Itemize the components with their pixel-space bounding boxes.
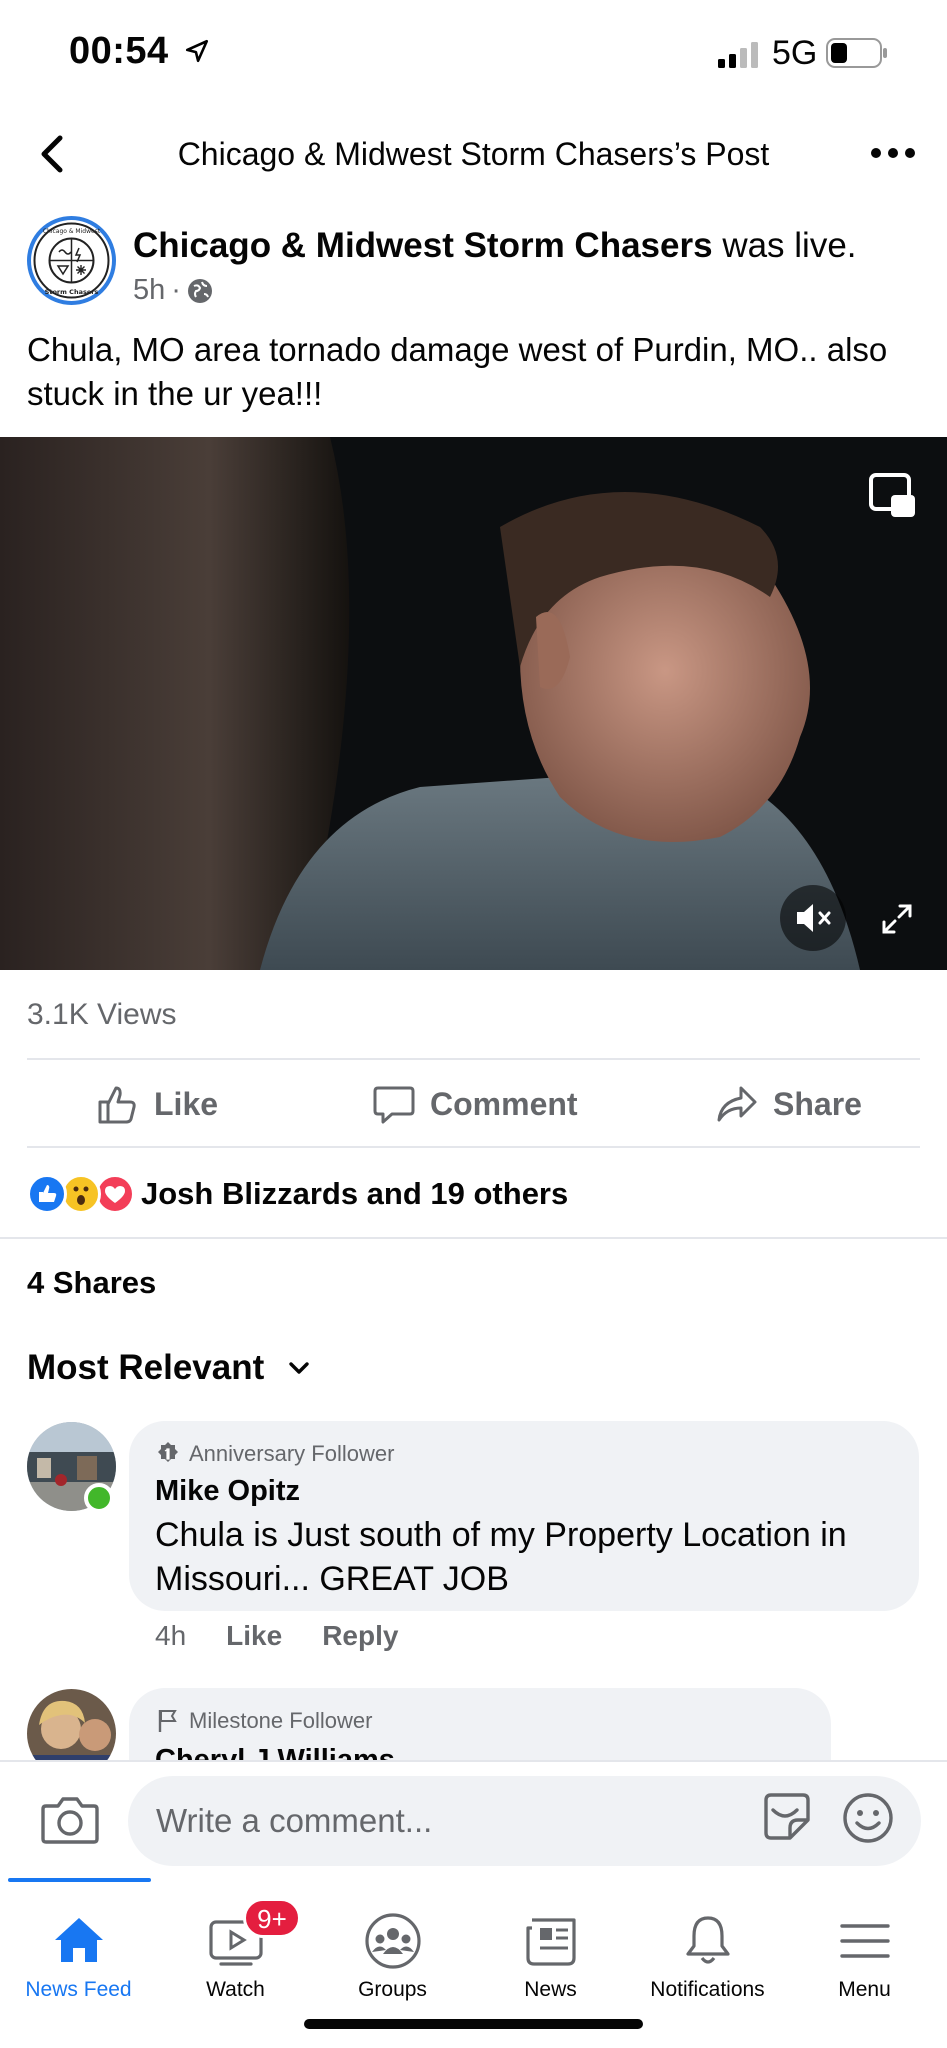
- sticker-icon[interactable]: [760, 1790, 814, 1844]
- reactions-summary[interactable]: Josh Blizzards and 19 others: [27, 1172, 568, 1216]
- comment-like-button[interactable]: Like: [226, 1620, 282, 1652]
- flag-icon: [158, 1710, 177, 1732]
- comment-label: Comment: [430, 1085, 578, 1122]
- groups-icon: [364, 1913, 421, 1969]
- like-button[interactable]: Like: [96, 1064, 218, 1144]
- comment-meta: 4h Like Reply: [155, 1620, 398, 1652]
- tab-label: Menu: [838, 1978, 891, 2001]
- camera-icon[interactable]: [40, 1792, 100, 1848]
- tab-label: Groups: [358, 1978, 427, 2001]
- tab-groups[interactable]: Groups: [314, 1892, 471, 2002]
- comment-time[interactable]: 4h: [155, 1620, 186, 1652]
- globe-icon: [187, 278, 212, 303]
- comment-bubble-icon: [373, 1086, 415, 1124]
- status-bar: 00:54 5G: [0, 0, 947, 108]
- post-author-name[interactable]: Chicago & Midwest Storm Chasers: [133, 226, 713, 265]
- storm-chasers-logo: Chicago & Midwest Storm Chasers: [33, 222, 110, 299]
- status-time: 00:54: [69, 30, 169, 72]
- back-arrow-icon[interactable]: [30, 130, 74, 178]
- comment-sort-dropdown[interactable]: Most Relevant: [27, 1348, 312, 1388]
- tab-label: Notifications: [650, 1978, 765, 2001]
- location-arrow-icon: [185, 39, 209, 63]
- mute-toggle-button[interactable]: [780, 885, 846, 951]
- share-label: Share: [773, 1085, 862, 1122]
- reactions-text: Josh Blizzards and 19 others: [141, 1176, 569, 1211]
- online-status-indicator: [84, 1483, 114, 1513]
- tab-menu[interactable]: Menu: [786, 1892, 943, 2002]
- bell-icon: [685, 1916, 730, 1964]
- divider: [27, 1058, 920, 1060]
- signal-icon: [718, 42, 758, 68]
- news-icon: [525, 1918, 576, 1966]
- network-label: 5G: [772, 34, 818, 72]
- share-arrow-icon: [717, 1086, 757, 1122]
- reaction-icons: [27, 1174, 135, 1214]
- tab-label: News Feed: [25, 1978, 132, 2001]
- follower-badge: Anniversary Follower: [155, 1441, 394, 1467]
- comment-bubble: Anniversary Follower Mike Opitz Chula is…: [129, 1421, 919, 1611]
- post-time[interactable]: 5h: [133, 274, 165, 307]
- follower-badge: Milestone Follower: [155, 1708, 372, 1734]
- tab-notifications[interactable]: Notifications: [629, 1892, 786, 2002]
- battery-icon: [826, 38, 887, 68]
- badge-label: Anniversary Follower: [189, 1441, 395, 1466]
- menu-icon: [839, 1924, 890, 1958]
- home-indicator: [304, 2019, 643, 2029]
- active-tab-indicator: [8, 1878, 151, 1882]
- share-button[interactable]: Share: [715, 1064, 862, 1144]
- picture-in-picture-icon[interactable]: [869, 473, 917, 521]
- home-icon: [54, 1918, 103, 1962]
- tab-watch[interactable]: 9+ Watch: [157, 1892, 314, 2002]
- love-reaction-icon: [95, 1174, 135, 1214]
- post-actions: Like Comment Share: [0, 1064, 947, 1144]
- tab-news[interactable]: News: [472, 1892, 629, 2002]
- view-count: 3.1K Views: [27, 998, 177, 1031]
- like-reaction-icon: [27, 1174, 67, 1214]
- watch-notification-badge: 9+: [243, 1898, 301, 1938]
- post-header-bar: Chicago & Midwest Storm Chasers’s Post: [0, 118, 947, 188]
- thumbs-up-icon: [98, 1086, 136, 1124]
- fullscreen-icon[interactable]: [880, 902, 914, 936]
- post-meta: 5h ·: [133, 274, 213, 307]
- muted-speaker-icon: [797, 904, 831, 932]
- logo-text-bottom: Storm Chasers: [45, 288, 99, 296]
- more-options-icon[interactable]: [866, 138, 920, 168]
- wow-reaction-icon: [61, 1174, 101, 1214]
- logo-text-top: Chicago & Midwest: [43, 228, 101, 235]
- comment-reply-button[interactable]: Reply: [322, 1620, 398, 1652]
- post-text: Chula, MO area tornado damage west of Pu…: [27, 331, 888, 412]
- anniversary-badge-icon: [158, 1442, 178, 1462]
- post-live-status: was live.: [722, 226, 857, 265]
- tab-news-feed[interactable]: News Feed: [0, 1892, 157, 2002]
- page-avatar[interactable]: Chicago & Midwest Storm Chasers: [27, 216, 116, 305]
- chevron-down-icon: [289, 1362, 309, 1374]
- page-title: Chicago & Midwest Storm Chasers’s Post: [177, 136, 770, 172]
- share-count[interactable]: 4 Shares: [27, 1265, 156, 1301]
- badge-label: Milestone Follower: [189, 1708, 373, 1733]
- comment-button[interactable]: Comment: [372, 1064, 578, 1144]
- divider: [0, 1237, 947, 1239]
- comment-text: Chula is Just south of my Property Locat…: [155, 1516, 847, 1598]
- commenter-name[interactable]: Mike Opitz: [155, 1475, 300, 1508]
- tab-label: Watch: [206, 1978, 265, 2001]
- like-label: Like: [154, 1085, 219, 1122]
- sort-label: Most Relevant: [27, 1348, 265, 1387]
- post-author-line: Chicago & Midwest Storm Chasers was live…: [133, 226, 857, 266]
- divider: [27, 1146, 920, 1148]
- tab-label: News: [524, 1978, 577, 2001]
- meta-separator: ·: [171, 274, 181, 306]
- emoji-icon[interactable]: [842, 1792, 894, 1844]
